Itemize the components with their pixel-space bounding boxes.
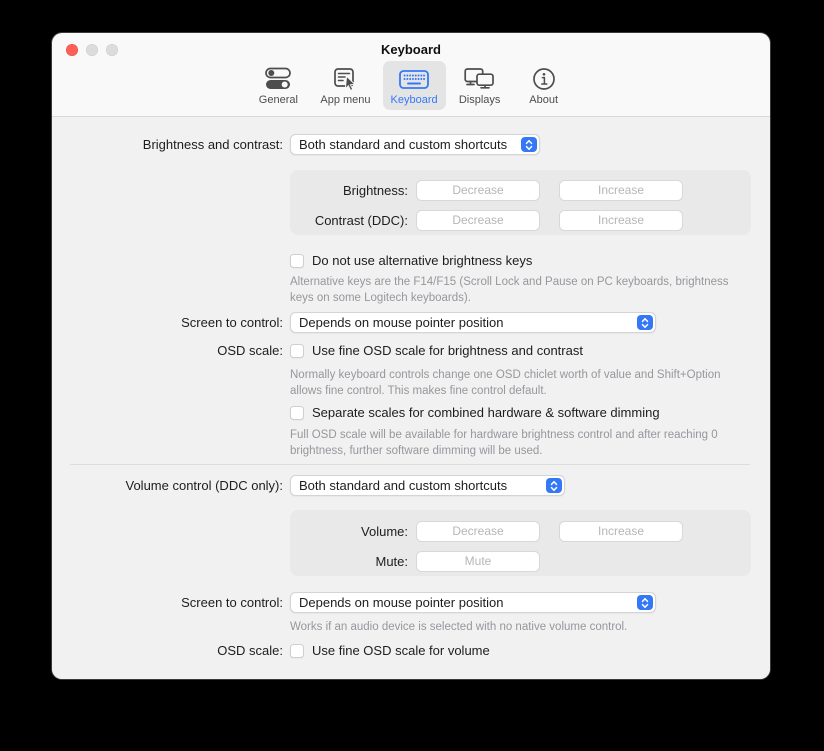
menu-cursor-icon bbox=[333, 66, 358, 92]
volume-shortcut-mode-dropdown[interactable]: Both standard and custom shortcuts bbox=[290, 475, 565, 496]
mute-shortcut-button[interactable]: Mute bbox=[416, 551, 540, 572]
displays-icon bbox=[464, 66, 495, 92]
preferences-toolbar: General App menu Keyboard bbox=[52, 61, 770, 111]
brightness-increase-shortcut-button[interactable]: Increase bbox=[559, 180, 683, 201]
dropdown-value: Depends on mouse pointer position bbox=[291, 315, 637, 330]
contrast-row-label: Contrast (DDC): bbox=[290, 210, 408, 231]
tab-app-menu[interactable]: App menu bbox=[312, 61, 378, 110]
keyboard-icon bbox=[399, 66, 429, 92]
volume-control-label: Volume control (DDC only): bbox=[52, 475, 283, 496]
brightness-shortcuts-group: Brightness: Decrease Increase Contrast (… bbox=[290, 170, 751, 235]
tab-label: Keyboard bbox=[391, 94, 438, 106]
toggles-icon bbox=[265, 66, 291, 92]
chevron-up-down-icon bbox=[637, 315, 653, 330]
separate-scales-checkbox[interactable] bbox=[290, 406, 304, 420]
brightness-decrease-shortcut-button[interactable]: Decrease bbox=[416, 180, 540, 201]
brightness-contrast-label: Brightness and contrast: bbox=[52, 134, 283, 155]
mute-row-label: Mute: bbox=[290, 551, 408, 572]
title-bar: Keyboard bbox=[52, 33, 770, 63]
chevron-up-down-icon bbox=[637, 595, 653, 610]
preferences-window: Keyboard General App bbox=[52, 33, 770, 679]
tab-label: App menu bbox=[320, 94, 370, 106]
brightness-shortcut-mode-dropdown[interactable]: Both standard and custom shortcuts bbox=[290, 134, 540, 155]
volume-screen-dropdown[interactable]: Depends on mouse pointer position bbox=[290, 592, 656, 613]
chevron-up-down-icon bbox=[546, 478, 562, 493]
alt-brightness-keys-help: Alternative keys are the F14/F15 (Scroll… bbox=[290, 275, 732, 306]
osd-scale-volume-label: OSD scale: bbox=[52, 643, 283, 659]
tab-about[interactable]: About bbox=[514, 61, 574, 110]
fine-osd-volume-checkbox[interactable] bbox=[290, 644, 304, 658]
tab-general[interactable]: General bbox=[248, 61, 308, 110]
volume-screen-help: Works if an audio device is selected wit… bbox=[290, 620, 732, 636]
chevron-up-down-icon bbox=[521, 137, 537, 152]
brightness-screen-dropdown[interactable]: Depends on mouse pointer position bbox=[290, 312, 656, 333]
fine-osd-brightness-label: Use fine OSD scale for brightness and co… bbox=[312, 343, 583, 359]
fine-osd-brightness-checkbox[interactable] bbox=[290, 344, 304, 358]
alt-brightness-keys-checkbox[interactable] bbox=[290, 254, 304, 268]
tab-label: General bbox=[259, 94, 298, 106]
contrast-increase-shortcut-button[interactable]: Increase bbox=[559, 210, 683, 231]
dropdown-value: Depends on mouse pointer position bbox=[291, 595, 637, 610]
tab-displays[interactable]: Displays bbox=[450, 61, 510, 110]
window-title: Keyboard bbox=[52, 42, 770, 57]
volume-row-label: Volume: bbox=[290, 521, 408, 542]
dropdown-value: Both standard and custom shortcuts bbox=[291, 137, 521, 152]
info-icon bbox=[532, 66, 556, 92]
volume-decrease-shortcut-button[interactable]: Decrease bbox=[416, 521, 540, 542]
fine-osd-brightness-help: Normally keyboard controls change one OS… bbox=[290, 368, 732, 399]
screen-to-control-label: Screen to control: bbox=[52, 312, 283, 333]
brightness-row-label: Brightness: bbox=[290, 180, 408, 201]
tab-keyboard[interactable]: Keyboard bbox=[383, 61, 446, 110]
screen-to-control-volume-label: Screen to control: bbox=[52, 592, 283, 613]
osd-scale-label: OSD scale: bbox=[52, 343, 283, 359]
section-divider bbox=[70, 464, 750, 465]
contrast-decrease-shortcut-button[interactable]: Decrease bbox=[416, 210, 540, 231]
tab-label: About bbox=[529, 94, 558, 106]
fine-osd-volume-label: Use fine OSD scale for volume bbox=[312, 643, 490, 659]
separate-scales-help: Full OSD scale will be available for har… bbox=[290, 428, 732, 459]
separate-scales-label: Separate scales for combined hardware & … bbox=[312, 405, 660, 421]
dropdown-value: Both standard and custom shortcuts bbox=[291, 478, 546, 493]
tab-label: Displays bbox=[459, 94, 501, 106]
volume-shortcuts-group: Volume: Decrease Increase Mute: Mute bbox=[290, 510, 751, 576]
volume-increase-shortcut-button[interactable]: Increase bbox=[559, 521, 683, 542]
alt-brightness-keys-label: Do not use alternative brightness keys bbox=[312, 253, 532, 269]
